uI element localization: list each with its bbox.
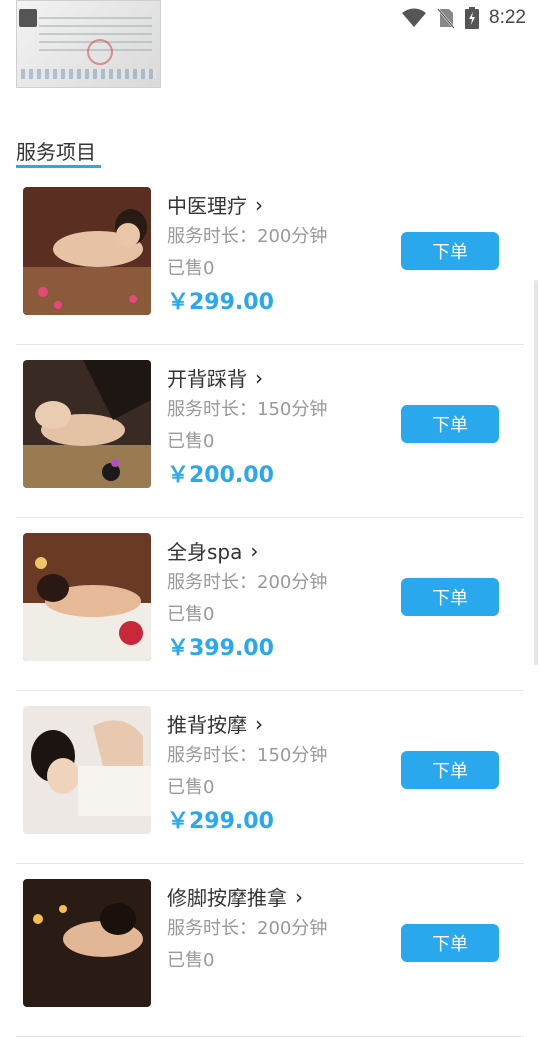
order-button[interactable]: 下单	[401, 924, 499, 962]
service-image[interactable]	[23, 706, 151, 834]
service-price: ￥399.00	[167, 636, 274, 661]
chevron-right-icon: ›	[295, 884, 303, 909]
chevron-right-icon: ›	[255, 711, 263, 736]
service-name[interactable]: 修脚按摩推拿 ›	[167, 882, 303, 911]
order-button[interactable]: 下单	[401, 578, 499, 616]
stamp-seal	[87, 39, 113, 65]
service-name[interactable]: 开背踩背 ›	[167, 363, 263, 392]
service-name[interactable]: 推背按摩 ›	[167, 709, 263, 738]
order-button[interactable]: 下单	[401, 232, 499, 270]
chevron-right-icon: ›	[255, 365, 263, 390]
wifi-icon	[402, 8, 427, 27]
chevron-right-icon: ›	[255, 192, 263, 217]
service-duration: 服务时长：200分钟	[167, 226, 328, 247]
service-sold-count: 已售0	[167, 258, 215, 279]
service-price: ￥299.00	[167, 809, 274, 834]
service-duration: 服务时长：200分钟	[167, 918, 328, 939]
service-item[interactable]: 修脚按摩推拿 › 服务时长：200分钟 已售0 下单	[16, 864, 524, 1037]
service-image[interactable]	[23, 879, 151, 1007]
order-button[interactable]: 下单	[401, 405, 499, 443]
service-sold-count: 已售0	[167, 604, 215, 625]
service-sold-count: 已售0	[167, 777, 215, 798]
status-icons: 8:22	[401, 6, 526, 30]
order-button[interactable]: 下单	[401, 751, 499, 789]
battery-charging-icon	[465, 7, 480, 29]
service-name[interactable]: 全身spa ›	[167, 536, 258, 565]
service-image[interactable]	[23, 187, 151, 315]
service-price: ￥200.00	[167, 463, 274, 488]
service-item[interactable]: 全身spa › 服务时长：200分钟 已售0 ￥399.00 下单	[16, 518, 524, 691]
service-price: ￥299.00	[167, 290, 274, 315]
service-item[interactable]: 开背踩背 › 服务时长：150分钟 已售0 ￥200.00 下单	[16, 345, 524, 518]
service-duration: 服务时长：200分钟	[167, 572, 328, 593]
section-underline	[16, 165, 101, 168]
service-duration: 服务时长：150分钟	[167, 399, 328, 420]
section-title: 服务项目	[16, 140, 96, 164]
certificate-image[interactable]	[16, 0, 161, 88]
service-duration: 服务时长：150分钟	[167, 745, 328, 766]
chevron-right-icon: ›	[250, 538, 259, 563]
service-image[interactable]	[23, 360, 151, 488]
service-item[interactable]: 中医理疗 › 服务时长：200分钟 已售0 ￥299.00 下单	[16, 172, 524, 345]
image-icon	[19, 9, 37, 27]
service-sold-count: 已售0	[167, 950, 215, 971]
service-image[interactable]	[23, 533, 151, 661]
service-list: 中医理疗 › 服务时长：200分钟 已售0 ￥299.00 下单 开背踩背 › …	[0, 172, 540, 1037]
no-sim-icon	[437, 8, 455, 29]
scrollbar[interactable]	[534, 280, 538, 665]
service-name[interactable]: 中医理疗 ›	[167, 190, 263, 219]
status-time: 8:22	[489, 7, 526, 28]
service-sold-count: 已售0	[167, 431, 215, 452]
service-item[interactable]: 推背按摩 › 服务时长：150分钟 已售0 ￥299.00 下单	[16, 691, 524, 864]
